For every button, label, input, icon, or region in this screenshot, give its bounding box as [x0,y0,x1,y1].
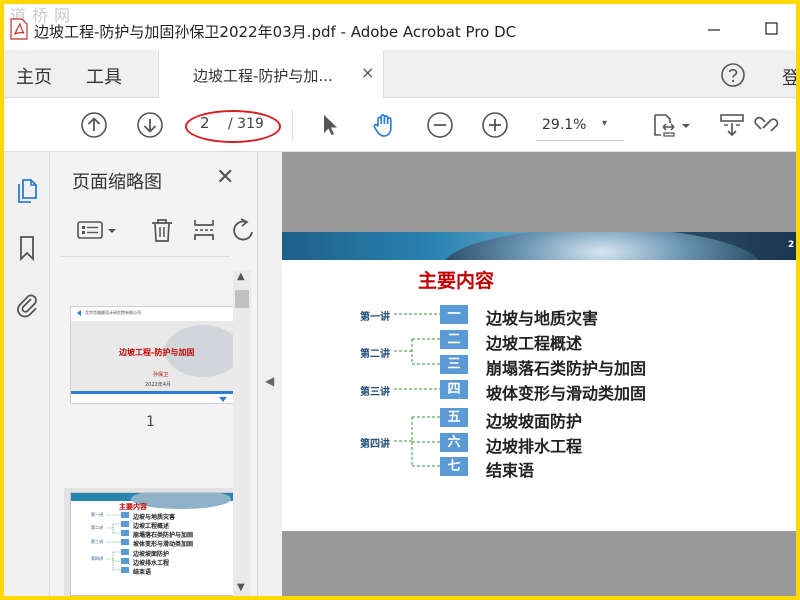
cover-author-text: 孙保卫 [153,372,169,378]
outline-item-5: 边坡坡面防护 [486,412,583,431]
tab-tools[interactable]: 工具 [86,63,122,89]
page-thumbnails-panel: 页面缩略图 ✕ 北京华路顺设计研究院有限公司 边坡工程-防护与加固 孙保卫 20… [50,152,258,596]
cover-company-text: 北京华路顺设计研究院有限公司 [85,310,141,315]
thumb2-item-5: 边坡坡面防护 [133,551,170,558]
page-thumbnails-icon[interactable] [14,176,40,204]
insert-page-icon[interactable] [190,216,218,244]
close-tab-button[interactable]: × [361,63,374,82]
minimize-button[interactable] [694,16,734,42]
outline-number-3: 三 [440,355,468,374]
help-icon[interactable] [720,62,746,88]
navigation-rail [4,152,50,596]
thumbnail-options-chevron-icon[interactable] [106,216,118,244]
pdf-file-icon [10,18,28,40]
thumb2-item-3: 崩塌落石类防护与加固 [133,532,194,539]
scroll-down-icon[interactable]: ▼ [237,582,245,593]
thumb2-item-2: 边坡工程概述 [133,523,170,530]
attachment-icon[interactable] [14,290,40,318]
thumb2-title: 主要内容 [119,503,147,511]
outline-item-4: 坡体变形与滑动类加固 [486,384,647,403]
outline-item-3: 崩塌落石类防护与加固 [486,359,647,378]
cover-title-text: 边坡工程-防护与加固 [119,348,195,357]
page-number-label: 1 [146,414,155,430]
scroll-mode-icon[interactable] [718,111,746,139]
document-tab-label: 边坡工程-防护与加... [193,67,333,85]
outline-number-5: 五 [440,408,468,427]
outline-number-2: 二 [440,330,468,349]
thumb2-item-4: 坡体变形与滑动类加固 [133,541,194,548]
title-bar: 道桥网 边坡工程-防护与加固孙保卫2022年03月.pdf - Adobe Ac… [4,4,796,50]
cover-date-text: 2022年4月 [145,382,171,388]
scroll-up-icon[interactable]: ▲ [237,271,245,282]
thumbnail-scrollbar[interactable]: ▲ ▼ [233,270,251,596]
lecture-2: 第二讲 [360,349,390,360]
thumb2-lecture-2: 第二讲 [91,525,103,530]
hand-tool-icon[interactable] [370,111,398,139]
toolbar: 2 / 319 29.1% ▾ [4,98,796,152]
thumb2-lecture-4: 第四讲 [91,556,103,561]
close-panel-button[interactable]: ✕ [216,165,234,190]
thumbnail-toolbar [50,208,258,252]
trash-icon[interactable] [148,216,176,244]
panel-separator [60,256,230,257]
zoom-underline [536,140,624,141]
thumb2-item-6: 边坡排水工程 [133,560,170,567]
tab-bar: 主页 工具 边坡工程-防护与加... × 登 [4,50,796,98]
tab-home[interactable]: 主页 [16,63,52,89]
previous-page-icon[interactable] [80,111,108,139]
thumb2-item-1: 边坡与地质灾害 [133,514,176,521]
page-number-input[interactable]: 2 [194,114,224,136]
toolbar-divider [292,110,293,140]
thumb2-lecture-3: 第三讲 [91,539,103,544]
outline-item-2: 边坡工程概述 [486,334,583,353]
outline-number-7: 七 [440,457,468,476]
sign-in-button[interactable]: 登 [782,64,796,90]
lecture-3: 第三讲 [360,387,390,398]
collapse-arrow-icon[interactable]: ◀ [265,374,274,388]
chevron-down-icon[interactable]: ▾ [602,118,607,129]
page-total: / 319 [228,116,264,132]
page-fit-icon[interactable] [650,111,678,139]
thumb2-item-7: 结束语 [133,569,152,576]
thumb2-lecture-1: 第一讲 [91,512,103,517]
lecture-1: 第一讲 [360,312,390,323]
panel-collapse-handle[interactable]: ◀ [258,152,282,596]
next-page-icon[interactable] [136,111,164,139]
tab-document[interactable]: 边坡工程-防护与加... × [158,50,384,98]
page-fit-chevron-icon[interactable] [680,111,692,139]
outline-item-6: 边坡排水工程 [486,437,583,456]
select-tool-icon[interactable] [316,111,344,139]
panel-title: 页面缩略图 [72,172,162,193]
outline-item-7: 结束语 [486,461,535,480]
rotate-icon[interactable] [228,216,256,244]
document-view[interactable]: 2 主要内容 第一讲 第二讲 第三讲 第四讲 一 二 三 四 五 六 七 边坡与… [282,152,796,596]
window-title: 边坡工程-防护与加固孙保卫2022年03月.pdf - Adobe Acroba… [34,23,517,41]
outline-number-4: 四 [440,380,468,399]
zoom-in-icon[interactable] [481,111,509,139]
page-thumbnail-2[interactable]: 主要内容 第一讲 第二讲 第三讲 第四讲 边坡与地质灾害 边坡工程概述 崩塌落石… [70,492,234,596]
slide-page: 2 主要内容 第一讲 第二讲 第三讲 第四讲 一 二 三 四 五 六 七 边坡与… [282,232,796,531]
maximize-button[interactable] [752,16,792,42]
outline-number-6: 六 [440,433,468,452]
thumbnail-options-icon[interactable] [76,216,104,244]
lecture-4: 第四讲 [360,439,390,450]
acrobat-window: 道桥网 边坡工程-防护与加固孙保卫2022年03月.pdf - Adobe Ac… [4,4,796,596]
page-thumbnail-1[interactable]: 北京华路顺设计研究院有限公司 边坡工程-防护与加固 孙保卫 2022年4月 [70,306,234,404]
outline-item-1: 边坡与地质灾害 [486,309,599,328]
scrollbar-thumb[interactable] [235,290,249,308]
bookmark-icon[interactable] [14,234,40,262]
zoom-out-icon[interactable] [426,111,454,139]
zoom-level-select[interactable]: 29.1% [542,117,586,133]
outline-number-1: 一 [440,305,468,324]
share-link-icon[interactable] [752,111,780,139]
